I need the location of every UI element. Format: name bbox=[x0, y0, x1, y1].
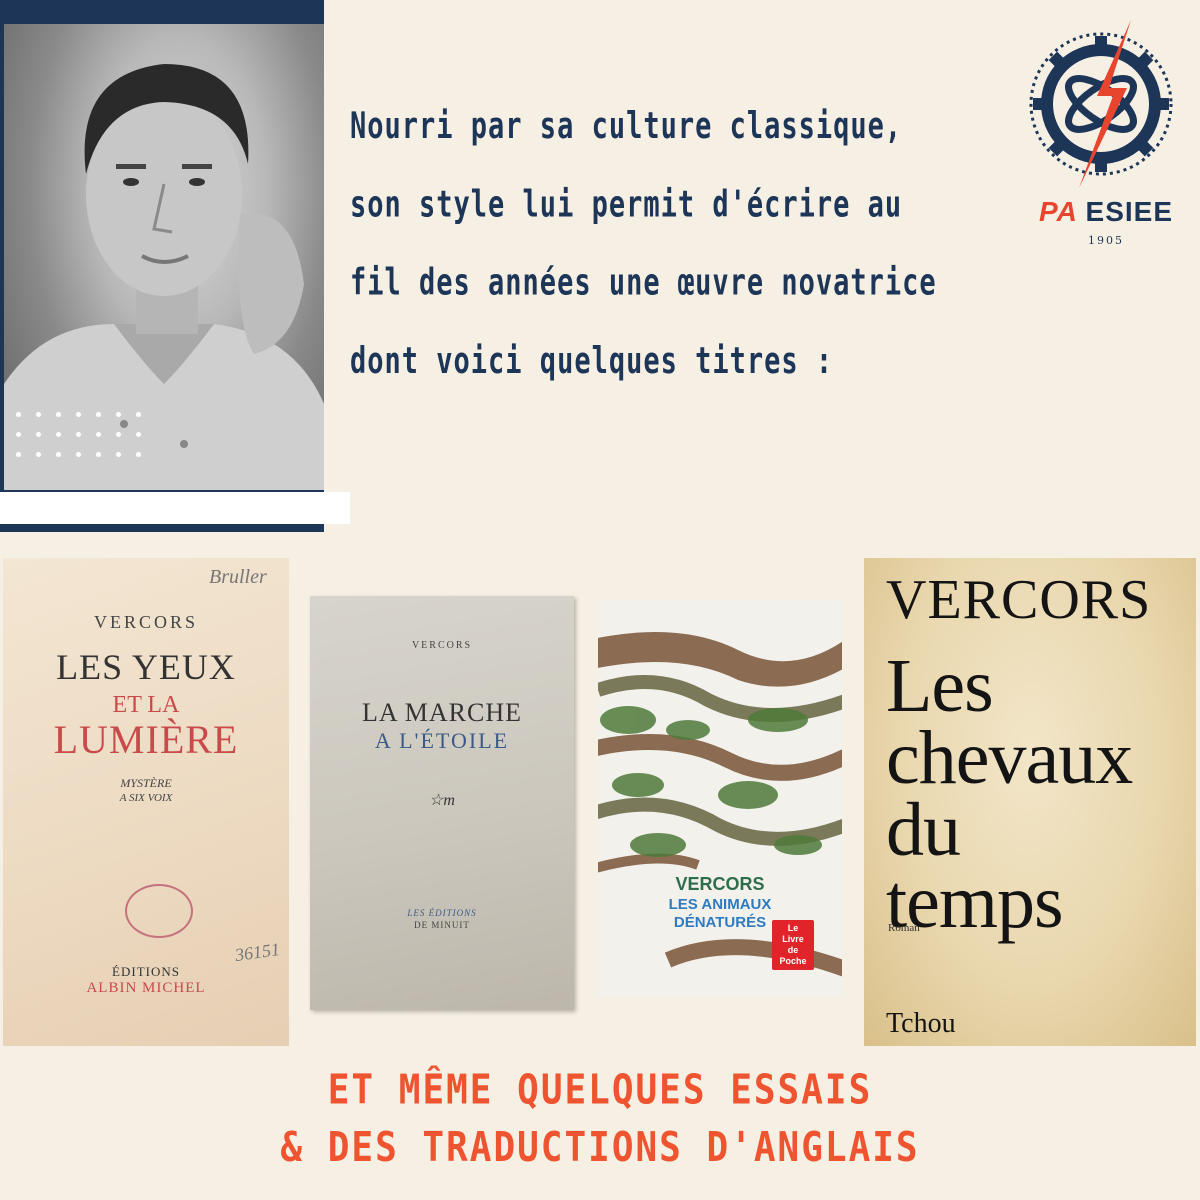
book-subtitle: A SIX VOIX bbox=[119, 792, 173, 804]
book-publisher: ALBIN MICHEL bbox=[86, 980, 206, 996]
caption-line: & DES TRADUCTIONS D'ANGLAIS bbox=[280, 1124, 920, 1172]
intro-line: son style lui permit d'écrire au bbox=[350, 183, 903, 226]
intro-line: dont voici quelques titres : bbox=[350, 340, 834, 383]
book-genre: Roman bbox=[888, 922, 920, 934]
book-title-line: LUMIÈRE bbox=[53, 717, 239, 762]
bottom-caption: ET MÊME QUELQUES ESSAIS & DES TRADUCTION… bbox=[0, 1062, 1200, 1177]
book-title-line: chevaux bbox=[886, 716, 1133, 800]
book-author: VERCORS bbox=[675, 874, 765, 894]
white-accent-band bbox=[0, 492, 350, 524]
book-title-line: LES YEUX bbox=[56, 647, 236, 687]
livre-de-poche-badge: Le Livre de Poche bbox=[772, 920, 814, 970]
badge-text: Le bbox=[787, 923, 799, 933]
book-publisher: Tchou bbox=[886, 1008, 956, 1039]
book-title-line: Les bbox=[886, 644, 994, 728]
intro-line: Nourri par sa culture classique, bbox=[350, 105, 903, 148]
library-stamp-icon bbox=[125, 884, 193, 938]
book-title-line: temps bbox=[886, 860, 1064, 944]
book-title-line: LES ANIMAUX bbox=[668, 896, 772, 913]
caption-line: ET MÊME QUELQUES ESSAIS bbox=[327, 1066, 873, 1114]
logo-name: ESIEE bbox=[1085, 196, 1174, 227]
book-publisher: DE MINUIT bbox=[414, 920, 470, 930]
book-publisher: LES ÉDITIONS bbox=[407, 908, 477, 918]
logo-wordmark: PA ESIEE bbox=[1026, 196, 1186, 228]
book-author: VERCORS bbox=[93, 612, 199, 632]
book-title-line: LA MARCHE bbox=[362, 698, 522, 727]
book-title-line: du bbox=[886, 788, 961, 872]
badge-text: Livre bbox=[782, 934, 804, 944]
intro-line: fil des années une œuvre novatrice bbox=[350, 262, 937, 304]
book-author: VERCORS bbox=[886, 569, 1152, 631]
badge-text: Poche bbox=[779, 956, 807, 966]
handwritten-note: Bruller bbox=[209, 566, 267, 588]
logo-year: 1905 bbox=[1088, 234, 1124, 247]
book-cover-les-yeux-et-la-lumiere: Bruller VERCORS LES YEUX ET LA LUMIÈRE M… bbox=[3, 558, 289, 1046]
logo-prefix: PA bbox=[1038, 196, 1077, 227]
book-cover-les-animaux-denatures: VERCORS LES ANIMAUX DÉNATURÉS Le Livre d… bbox=[598, 600, 842, 996]
book-title-line: A L'ÉTOILE bbox=[374, 728, 510, 753]
book-cover-les-chevaux-du-temps: VERCORS Les chevaux du temps Roman Tchou bbox=[864, 558, 1196, 1046]
handwritten-number: 36151 bbox=[233, 938, 282, 966]
decorative-dots bbox=[16, 412, 156, 472]
badge-text: de bbox=[787, 945, 799, 955]
book-publisher: ÉDITIONS bbox=[112, 964, 180, 979]
intro-paragraph: Nourri par sa culture classique, son sty… bbox=[350, 88, 1050, 401]
publisher-star-mark-icon: ☆m bbox=[429, 792, 455, 809]
book-subtitle: MYSTÈRE bbox=[120, 776, 172, 790]
book-title: Les chevaux du temps bbox=[886, 644, 1133, 944]
book-cover-la-marche-a-l-etoile: VERCORS LA MARCHE A L'ÉTOILE ☆m LES ÉDIT… bbox=[310, 596, 574, 1010]
book-title-line: ET LA bbox=[112, 692, 180, 718]
book-author: VERCORS bbox=[411, 640, 473, 651]
